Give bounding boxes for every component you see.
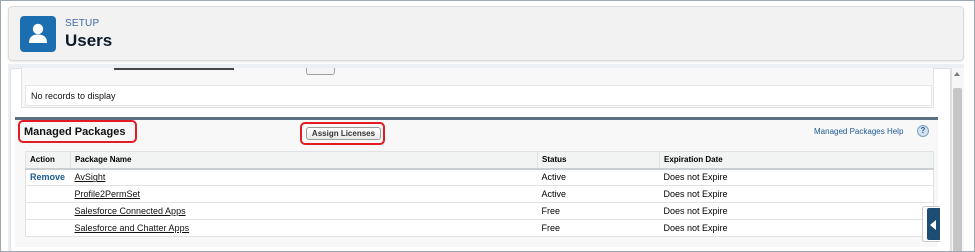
package-name-cell: Salesforce Connected Apps bbox=[70, 202, 538, 220]
action-cell bbox=[25, 219, 71, 237]
column-header-status: Status bbox=[537, 151, 660, 170]
status-cell: Active bbox=[537, 185, 660, 203]
managed-packages-table: Action Package Name Status Expiration Da… bbox=[25, 151, 934, 237]
action-cell bbox=[25, 202, 71, 220]
column-header-expiration-date: Expiration Date bbox=[659, 151, 934, 170]
package-link[interactable]: Salesforce Connected Apps bbox=[75, 206, 186, 216]
package-link[interactable]: AvSight bbox=[75, 172, 106, 182]
action-cell: Remove bbox=[25, 168, 71, 186]
action-cell bbox=[25, 185, 71, 203]
managed-packages-help-link[interactable]: Managed Packages Help bbox=[814, 127, 903, 136]
column-header-package-name: Package Name bbox=[70, 151, 538, 170]
no-records-message: No records to display bbox=[25, 85, 932, 106]
table-header-row: Action Package Name Status Expiration Da… bbox=[25, 151, 934, 170]
page-title: Users bbox=[65, 31, 113, 50]
setup-breadcrumb[interactable]: SETUP bbox=[65, 18, 99, 29]
button-highlight-box bbox=[300, 122, 385, 145]
scrollbar-thumb[interactable] bbox=[953, 88, 962, 252]
remove-link[interactable]: Remove bbox=[30, 172, 65, 182]
expiration-cell: Does not Expire bbox=[659, 202, 934, 220]
page-header: SETUP Users bbox=[8, 6, 964, 61]
status-cell: Free bbox=[537, 219, 660, 237]
package-name-cell: Profile2PermSet bbox=[70, 185, 538, 203]
expiration-cell: Does not Expire bbox=[659, 219, 934, 237]
help-icon[interactable]: ? bbox=[917, 125, 929, 137]
title-highlight-box bbox=[18, 120, 137, 143]
expiration-cell: Does not Expire bbox=[659, 168, 934, 186]
expiration-cell: Does not Expire bbox=[659, 185, 934, 203]
scroll-up-arrow-icon[interactable] bbox=[954, 72, 960, 76]
table-row: Salesforce Connected Apps Free Does not … bbox=[25, 202, 934, 220]
previous-section-title-cut bbox=[114, 68, 234, 74]
user-icon bbox=[20, 16, 56, 52]
table-row: Salesforce and Chatter Apps Free Does no… bbox=[25, 219, 934, 237]
table-row: Remove AvSight Active Does not Expire bbox=[25, 168, 934, 186]
previous-section-button-cut[interactable] bbox=[306, 68, 335, 75]
table-row: Profile2PermSet Active Does not Expire bbox=[25, 185, 934, 203]
package-link[interactable]: Profile2PermSet bbox=[75, 189, 141, 199]
column-header-action: Action bbox=[25, 151, 71, 170]
status-cell: Active bbox=[537, 168, 660, 186]
status-cell: Free bbox=[537, 202, 660, 220]
package-link[interactable]: Salesforce and Chatter Apps bbox=[75, 223, 190, 233]
package-name-cell: Salesforce and Chatter Apps bbox=[70, 219, 538, 237]
collapse-left-icon bbox=[930, 220, 936, 230]
package-name-cell: AvSight bbox=[70, 168, 538, 186]
